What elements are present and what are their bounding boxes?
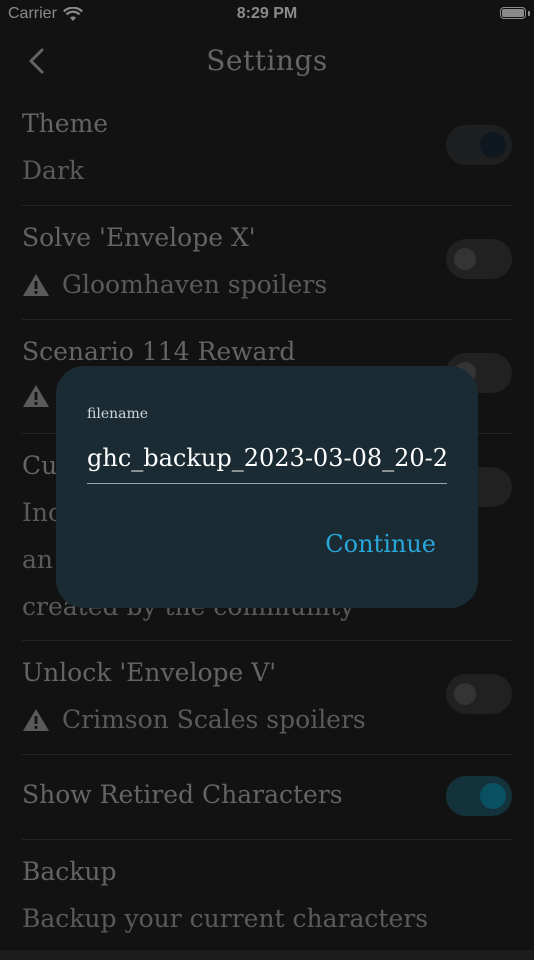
filename-dialog: filename Continue xyxy=(56,366,478,608)
filename-label: filename xyxy=(87,406,149,422)
filename-input[interactable] xyxy=(87,432,447,484)
continue-button[interactable]: Continue xyxy=(325,530,436,558)
